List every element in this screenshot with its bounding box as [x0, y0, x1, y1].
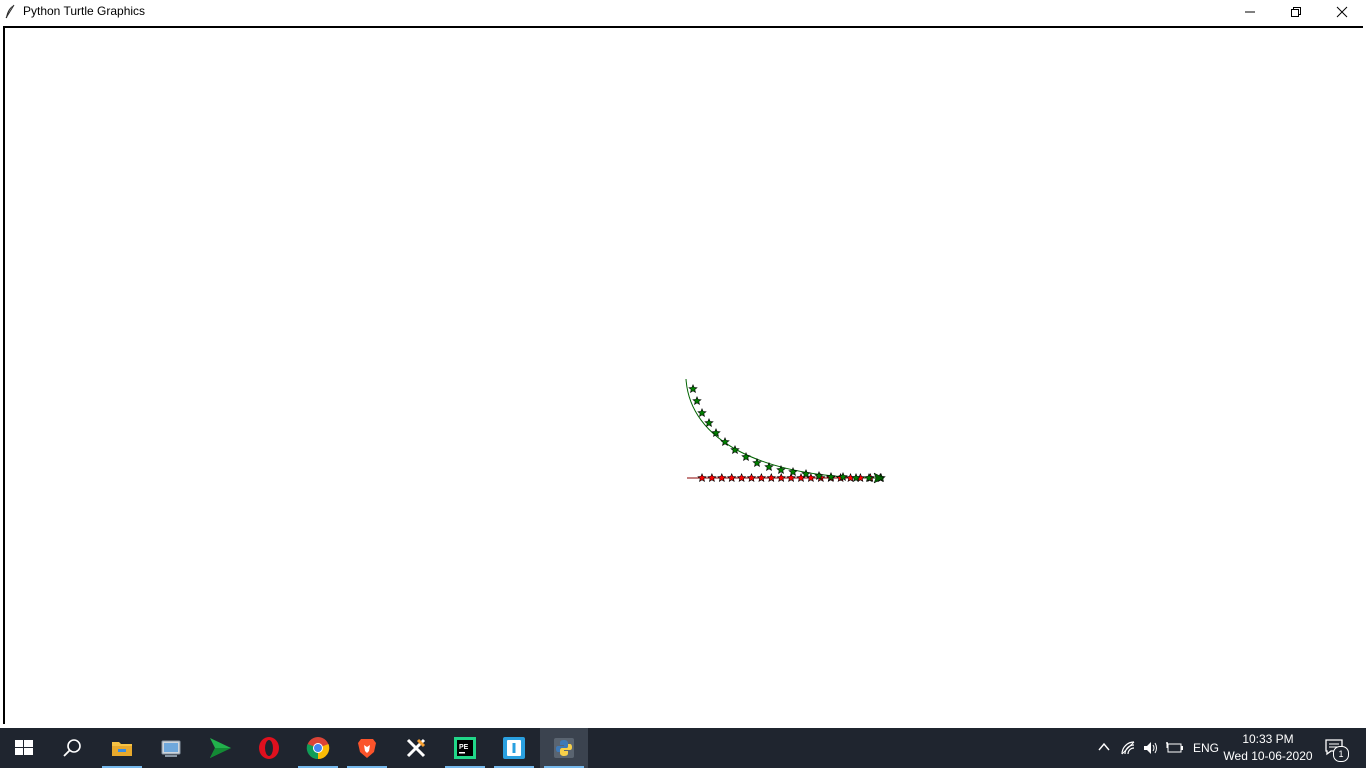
turtle-canvas[interactable]: [3, 26, 1363, 724]
control-panel-button[interactable]: [147, 728, 195, 768]
minimize-icon: [1245, 11, 1255, 13]
minimize-button[interactable]: [1227, 0, 1273, 24]
red-star-stamp: [736, 473, 747, 483]
drawing-svg: [685, 378, 886, 484]
chevron-up-icon[interactable]: [1097, 740, 1111, 754]
volume-icon[interactable]: [1143, 740, 1159, 756]
restore-icon: [1291, 7, 1301, 17]
clock-time: 10:33 PM: [1242, 732, 1294, 746]
red-star-stamp: [796, 473, 806, 483]
opera-button[interactable]: [245, 728, 293, 768]
taskbar: PE ENG 10:33 PM Wed 10-06-2020 1: [0, 728, 1366, 768]
editor-button[interactable]: [490, 728, 538, 768]
clock-date: Wed 10-06-2020: [1223, 749, 1313, 763]
file-explorer-button[interactable]: [98, 728, 146, 768]
battery-icon[interactable]: [1166, 740, 1184, 756]
green-star-stamp: [692, 396, 702, 406]
language-indicator[interactable]: ENG: [1193, 741, 1219, 755]
pycharm-icon: PE: [454, 737, 476, 759]
xampp-icon: [406, 738, 426, 758]
window-title: Python Turtle Graphics: [23, 4, 146, 18]
brave-button[interactable]: [343, 728, 391, 768]
feather-icon: [5, 4, 15, 19]
paper-plane-icon: [210, 738, 231, 758]
red-star-stamp: [697, 473, 707, 483]
red-star-stamp: [717, 473, 727, 483]
green-star-stamp: [688, 384, 698, 394]
green-star-stamp: [711, 428, 721, 438]
send-app-button[interactable]: [196, 728, 244, 768]
chrome-icon: [306, 737, 330, 760]
svg-text:PE: PE: [459, 744, 469, 751]
red-star-stamp: [766, 473, 777, 483]
folder-icon: [112, 742, 132, 756]
python-icon: [554, 738, 574, 758]
red-star-stamp: [756, 473, 767, 483]
search-button[interactable]: [48, 728, 96, 768]
green-star-stamp: [741, 452, 751, 462]
green-star-stamp: [697, 408, 707, 418]
restore-button[interactable]: [1273, 0, 1319, 24]
green-star-stamp: [704, 418, 714, 428]
notification-count-badge: 1: [1333, 746, 1349, 762]
opera-icon: [259, 737, 279, 759]
windows-logo-icon: [15, 740, 33, 755]
title-bar[interactable]: Python Turtle Graphics: [0, 0, 1366, 24]
red-star-stamp: [726, 473, 737, 483]
python-button[interactable]: [540, 728, 588, 768]
red-star-stamp: [746, 473, 757, 483]
chrome-button[interactable]: [294, 728, 342, 768]
control-panel-icon: [161, 740, 181, 757]
green-curve-path: [685, 378, 881, 479]
editor-icon: [503, 737, 525, 759]
turtle-window: Python Turtle Graphics: [0, 0, 1366, 728]
close-icon: [1336, 6, 1348, 18]
search-icon: [63, 739, 81, 757]
xampp-button[interactable]: [392, 728, 440, 768]
network-icon[interactable]: [1120, 740, 1136, 756]
green-star-stamp: [776, 465, 786, 475]
start-button[interactable]: [0, 728, 48, 768]
close-button[interactable]: [1319, 0, 1365, 24]
red-star-stamp: [776, 473, 786, 483]
brave-icon: [358, 739, 376, 758]
pycharm-button[interactable]: PE: [441, 728, 489, 768]
red-star-stamp: [707, 473, 717, 483]
